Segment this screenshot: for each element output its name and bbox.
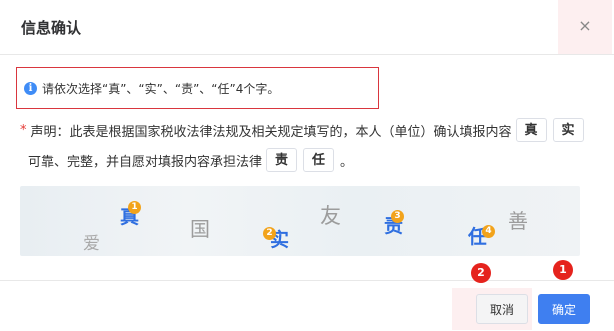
selection-marker-4: 4 — [482, 225, 495, 238]
info-confirm-dialog: 信息确认 × i 请依次选择“真”、“实”、“责”、“任”4个字。 * 声明：此… — [0, 0, 614, 330]
declaration-text-1: 声明：此表是根据国家税收法律法规及相关规定填写的，本人（单位）确认填报内容 — [30, 124, 512, 140]
instruction-notice: i 请依次选择“真”、“实”、“责”、“任”4个字。 — [16, 67, 379, 109]
instruction-text: 请依次选择“真”、“实”、“责”、“任”4个字。 — [42, 82, 280, 96]
selection-marker-2: 2 — [263, 227, 276, 240]
captcha-char-you[interactable]: 友 — [320, 200, 341, 230]
char-chip-ren: 任 — [303, 148, 335, 172]
cancel-button[interactable]: 取消 — [476, 294, 528, 324]
declaration-line-2: 可靠、完整，并自愿对填报内容承担法律 责 任 。 — [28, 147, 353, 173]
declaration-end: 。 — [340, 154, 354, 170]
close-icon[interactable]: × — [558, 16, 612, 35]
char-chip-shi: 实 — [552, 118, 584, 142]
captcha-char-guo[interactable]: 国 — [190, 213, 210, 242]
char-chip-zhen: 真 — [515, 118, 547, 142]
required-mark: * — [20, 122, 27, 138]
confirm-button[interactable]: 确定 — [538, 294, 590, 324]
captcha-image[interactable]: 真 爱 国 实 友 责 任 善 1 2 3 4 — [20, 186, 580, 256]
close-button[interactable]: × — [558, 0, 612, 54]
selection-marker-1: 1 — [128, 201, 141, 214]
char-chip-ze: 责 — [266, 148, 298, 172]
declaration-line-1: * 声明：此表是根据国家税收法律法规及相关规定填写的，本人（单位）确认填报内容 … — [20, 117, 584, 143]
dialog-title: 信息确认 — [21, 19, 82, 37]
dialog-header: 信息确认 — [0, 0, 614, 55]
info-icon: i — [24, 82, 37, 95]
step-badge-2: 2 — [471, 263, 491, 283]
step-badge-1: 1 — [553, 260, 573, 280]
selection-marker-3: 3 — [391, 210, 404, 223]
captcha-char-shan[interactable]: 善 — [508, 205, 528, 234]
captcha-char-ai[interactable]: 爱 — [83, 229, 100, 254]
declaration-text-2: 可靠、完整，并自愿对填报内容承担法律 — [28, 154, 263, 170]
